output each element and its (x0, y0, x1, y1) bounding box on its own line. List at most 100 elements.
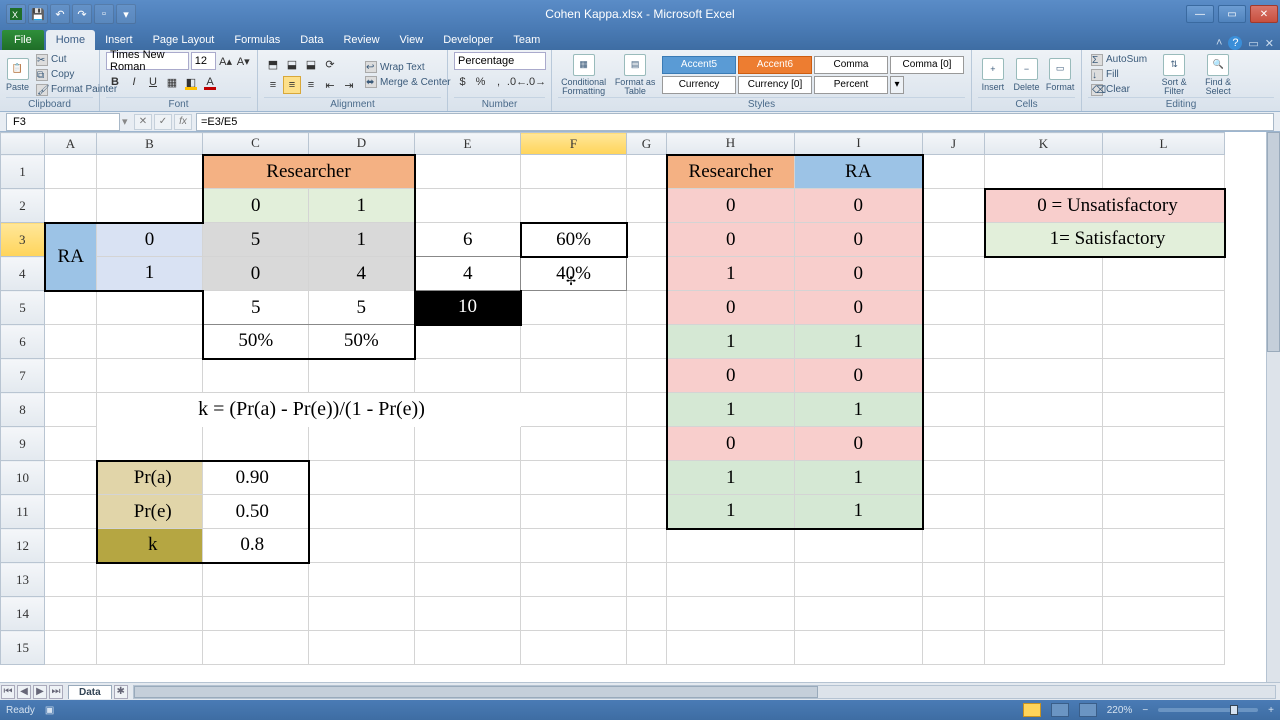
file-tab[interactable]: File (2, 30, 44, 50)
cell[interactable]: 0 (795, 359, 923, 393)
undo-icon[interactable]: ↶ (50, 4, 70, 24)
excel-icon[interactable]: X (6, 4, 26, 24)
save-icon[interactable]: 💾 (28, 4, 48, 24)
maximize-button[interactable]: ▭ (1218, 5, 1246, 23)
cell[interactable]: 1 (667, 495, 795, 529)
legend-0[interactable]: 0 = Unsatisfactory (985, 189, 1225, 223)
row-header[interactable]: 3 (1, 223, 45, 257)
delete-cells-button[interactable]: −Delete (1012, 53, 1042, 97)
cell[interactable]: RA (795, 155, 923, 189)
cancel-formula-icon[interactable]: ✕ (134, 114, 152, 130)
selected-cell[interactable]: 60% (521, 223, 627, 257)
font-color-button[interactable]: A (201, 73, 219, 91)
cell[interactable]: 1 (795, 393, 923, 427)
align-bottom-icon[interactable]: ⬓ (302, 55, 320, 73)
qat-dropdown-icon[interactable]: ▾ (116, 4, 136, 24)
align-middle-icon[interactable]: ⬓ (283, 55, 301, 73)
cell[interactable]: 0 (203, 189, 309, 223)
row-header[interactable]: 9 (1, 427, 45, 461)
cell[interactable]: Researcher (203, 155, 415, 189)
minimize-button[interactable]: — (1186, 5, 1214, 23)
cell[interactable]: 0 (795, 189, 923, 223)
cell[interactable]: 1 (667, 257, 795, 291)
autosum-button[interactable]: ΣAutoSum (1088, 53, 1150, 67)
col-header[interactable]: I (795, 133, 923, 155)
style-percent[interactable]: Percent (814, 76, 888, 94)
insert-cells-button[interactable]: +Insert (978, 53, 1008, 97)
row-header[interactable]: 14 (1, 597, 45, 631)
cell[interactable]: 1 (667, 461, 795, 495)
cell[interactable]: 50% (203, 325, 309, 359)
decrease-decimal-icon[interactable]: .0→ (527, 73, 545, 91)
row-header[interactable]: 8 (1, 393, 45, 427)
conditional-formatting-button[interactable]: ▦Conditional Formatting (558, 53, 609, 97)
row-header[interactable]: 1 (1, 155, 45, 189)
align-left-icon[interactable]: ≡ (264, 76, 282, 94)
cell[interactable]: Pr(e) (97, 495, 203, 529)
col-header[interactable]: D (309, 133, 415, 155)
legend-1[interactable]: 1= Satisfactory (985, 223, 1225, 257)
zoom-out-icon[interactable]: − (1142, 705, 1148, 716)
minimize-ribbon-icon[interactable]: ˄ (1216, 37, 1222, 49)
number-format-select[interactable]: Percentage (454, 52, 546, 70)
col-header[interactable]: L (1103, 133, 1225, 155)
find-select-button[interactable]: 🔍Find & Select (1198, 53, 1238, 97)
insert-function-icon[interactable]: fx (174, 114, 192, 130)
zoom-in-icon[interactable]: + (1268, 705, 1274, 716)
view-page-break-icon[interactable] (1079, 703, 1097, 717)
cell[interactable]: 1 (795, 325, 923, 359)
sheet-tab[interactable]: Data (68, 685, 112, 699)
align-top-icon[interactable]: ⬒ (264, 55, 282, 73)
tab-formulas[interactable]: Formulas (224, 30, 290, 50)
horizontal-scrollbar[interactable] (133, 685, 1276, 699)
cell[interactable]: 5 (309, 291, 415, 325)
cell[interactable]: 5 (203, 291, 309, 325)
window-restore-icon[interactable]: ▭ (1248, 37, 1258, 50)
currency-icon[interactable]: $ (454, 73, 471, 91)
col-header[interactable]: H (667, 133, 795, 155)
cell[interactable]: 1 (667, 393, 795, 427)
cell[interactable]: k (97, 529, 203, 563)
row-header[interactable]: 7 (1, 359, 45, 393)
col-header[interactable]: E (415, 133, 521, 155)
view-page-layout-icon[interactable] (1051, 703, 1069, 717)
cell[interactable]: 1 (309, 223, 415, 257)
cell[interactable]: 0 (667, 223, 795, 257)
italic-button[interactable]: I (125, 73, 143, 91)
tab-team[interactable]: Team (503, 30, 550, 50)
name-box[interactable]: F3 (6, 113, 120, 131)
merge-center-button[interactable]: ⬌Merge & Center (362, 75, 454, 89)
cell[interactable]: 0 (667, 291, 795, 325)
select-all-corner[interactable] (1, 133, 45, 155)
cell[interactable]: 1 (667, 325, 795, 359)
increase-decimal-icon[interactable]: .0← (508, 73, 526, 91)
underline-button[interactable]: U (144, 73, 162, 91)
col-header[interactable]: B (97, 133, 203, 155)
style-accent5[interactable]: Accent5 (662, 56, 736, 74)
bold-button[interactable]: B (106, 73, 124, 91)
fill-color-button[interactable]: ◧ (182, 73, 200, 91)
sheet-nav-last-icon[interactable]: ⏭ (49, 685, 63, 699)
sheet-nav-first-icon[interactable]: ⏮ (1, 685, 15, 699)
style-accent6[interactable]: Accent6 (738, 56, 812, 74)
cell[interactable]: 0 (667, 359, 795, 393)
cell[interactable]: 50% (309, 325, 415, 359)
zoom-slider[interactable] (1158, 708, 1258, 712)
zoom-level[interactable]: 220% (1107, 705, 1133, 716)
cell[interactable]: 4 (309, 257, 415, 291)
col-header[interactable]: K (985, 133, 1103, 155)
formula-input[interactable]: =E3/E5 (196, 113, 1274, 131)
style-currency0[interactable]: Currency [0] (738, 76, 812, 94)
vertical-scrollbar[interactable] (1266, 132, 1280, 682)
shrink-font-icon[interactable]: A▾ (235, 52, 251, 70)
comma-icon[interactable]: , (490, 73, 507, 91)
increase-indent-icon[interactable]: ⇥ (340, 76, 358, 94)
cell[interactable]: 5 (203, 223, 309, 257)
cell[interactable]: 0 (203, 257, 309, 291)
cell[interactable]: 10 (415, 291, 521, 325)
redo-icon[interactable]: ↷ (72, 4, 92, 24)
cell[interactable]: 0.90 (203, 461, 309, 495)
view-normal-icon[interactable] (1023, 703, 1041, 717)
sort-filter-button[interactable]: ⇅Sort & Filter (1154, 53, 1194, 97)
cell[interactable]: 0 (667, 189, 795, 223)
